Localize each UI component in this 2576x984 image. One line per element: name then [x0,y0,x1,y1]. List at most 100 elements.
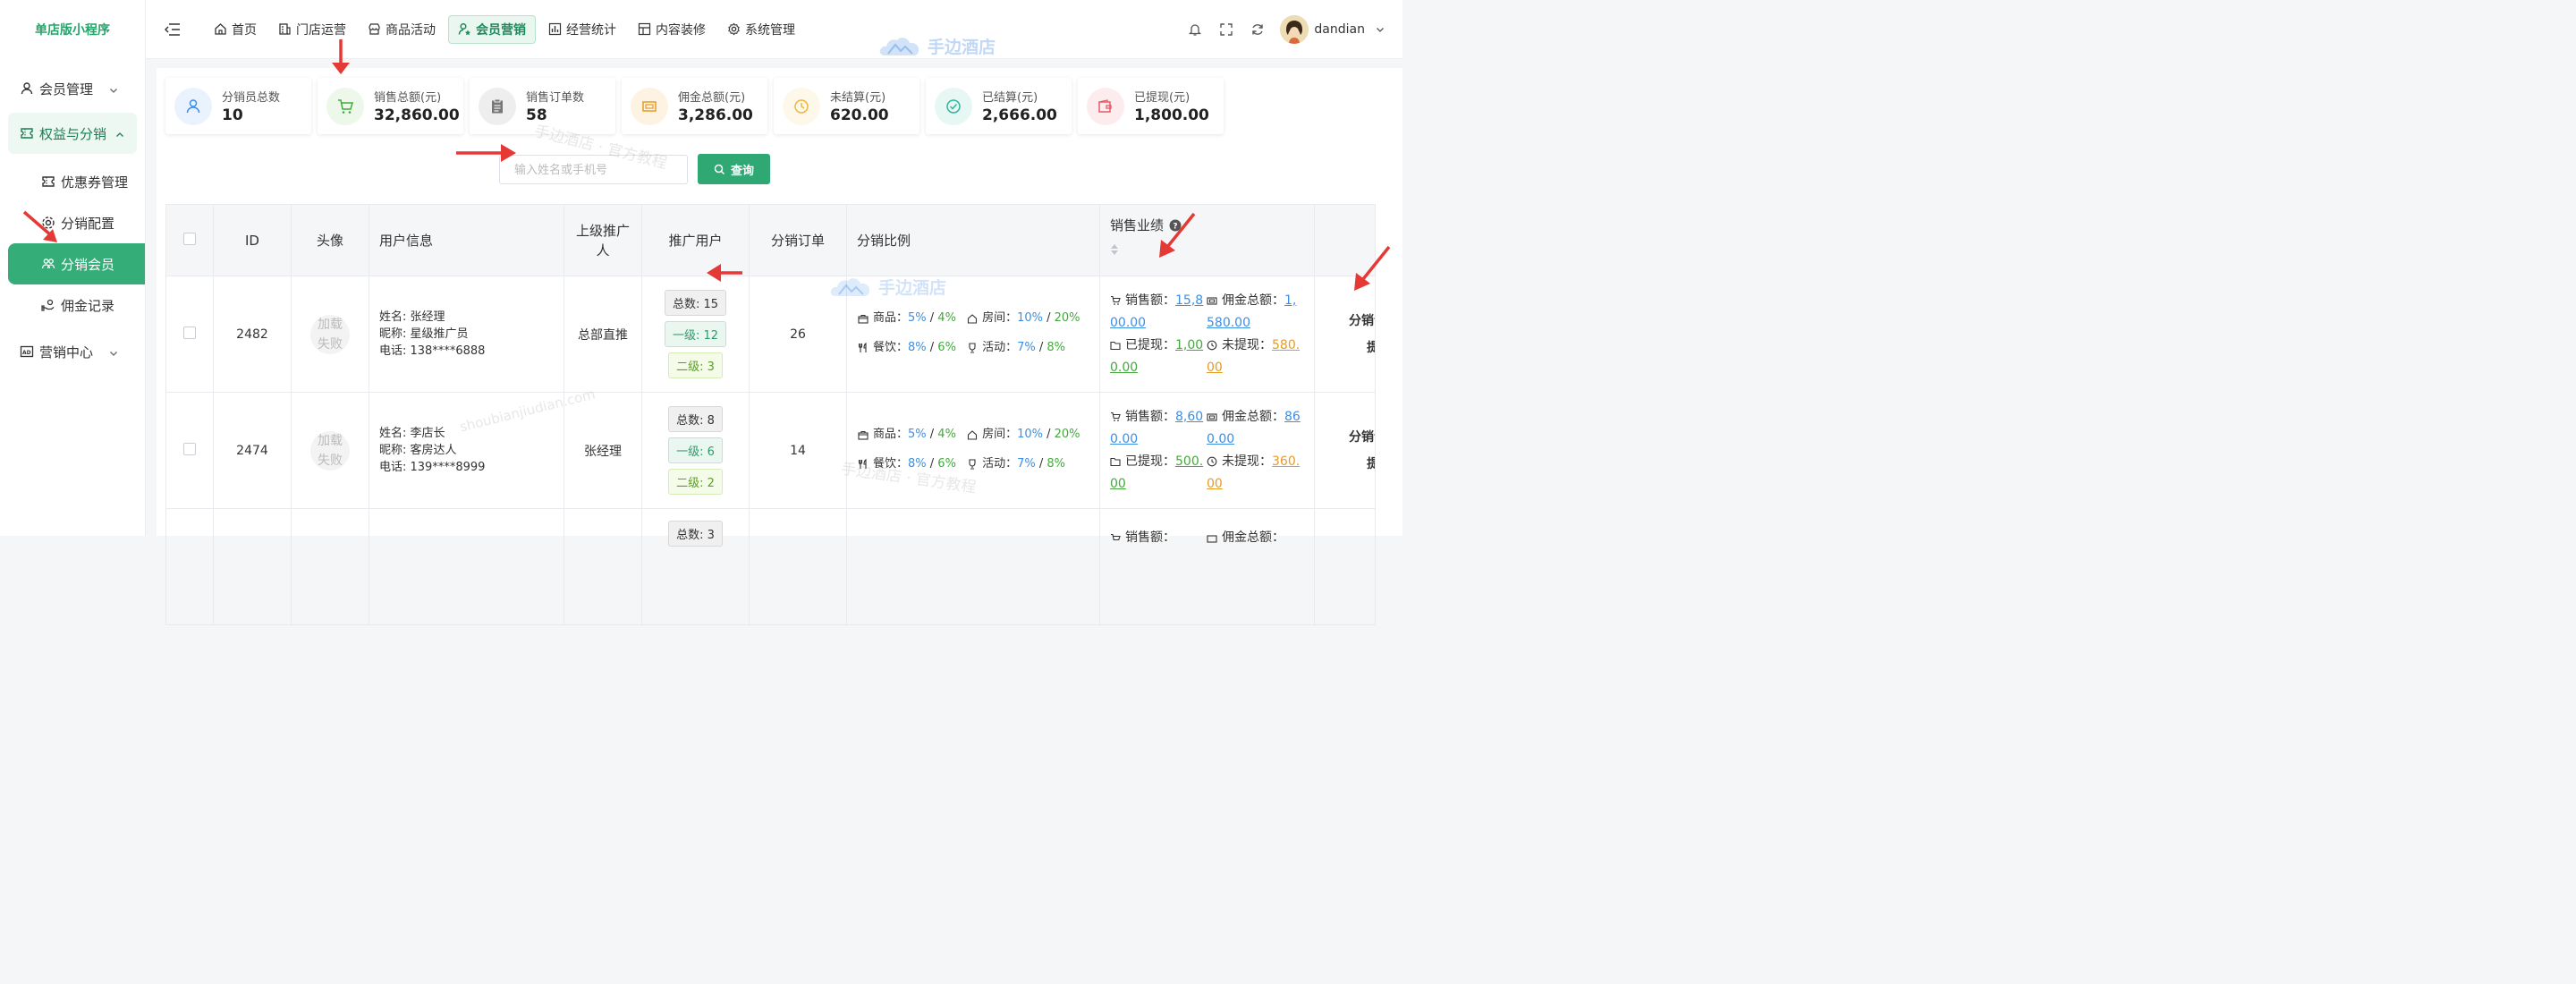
tab-business-statistics[interactable]: 经营统计 [539,15,625,44]
stat-card-distributors: 分销员总数 10 [165,78,311,134]
withdrawn-amount-link[interactable]: 1,00 [1175,335,1203,357]
commission-amount-link-cont[interactable]: 0.00 [1207,428,1234,451]
withdraw-link[interactable]: 提 [1349,451,1375,478]
refresh-icon[interactable] [1250,21,1266,38]
chevron-down-icon[interactable] [1376,25,1385,34]
sidebar-item-label: 营销中心 [39,344,94,361]
ratio-value-2: 4% [937,427,956,441]
sidebar-item-member-management[interactable]: 会员管理 [0,68,145,109]
withdrawn-amount-link[interactable]: 500. [1175,451,1203,473]
ratio-value-2: 20% [1054,310,1080,325]
stat-card-sales-total: 销售总额(元) 32,860.00 [318,78,463,134]
promo-total-badge[interactable]: 总数: 8 [668,406,723,432]
promo-level1-badge[interactable]: 一级: 6 [668,437,723,463]
stat-card-sales-orders: 销售订单数 58 [470,78,615,134]
distribution-orders-link[interactable]: 分销订 [1349,424,1375,451]
tab-home[interactable]: 首页 [205,15,266,44]
commission-label: 佣金总额： [1222,530,1284,545]
pending-amount-link[interactable]: 580. [1272,335,1300,357]
promo-total-badge[interactable]: 总数: 15 [664,290,727,316]
distribution-orders-link[interactable]: 分销订 [1349,308,1375,335]
search-button[interactable]: 查询 [698,154,770,184]
main-content: 分销员总数 10 销售总额(元) 32,860.00 销售订单数 58 佣金总额(元)… [157,68,1402,625]
promo-level1-badge[interactable]: 一级: 12 [664,321,727,347]
withdrawn-amount-link-cont[interactable]: 00 [1110,473,1126,496]
sales-amount-link-cont[interactable]: 00.00 [1110,312,1146,335]
sidebar-item-coupon-management[interactable]: 优惠券管理 [0,161,145,202]
stat-value: 620.00 [830,106,889,124]
fullscreen-icon[interactable] [1218,21,1234,38]
pending-amount-link-cont[interactable]: 00 [1207,357,1223,379]
sidebar-item-commission-records[interactable]: 佣金记录 [0,284,145,326]
promo-total-badge[interactable]: 总数: 3 [668,521,723,547]
row-checkbox[interactable] [183,326,196,339]
bell-icon[interactable] [1187,21,1203,38]
cell-id: 2474 [213,392,292,509]
users-icon [41,257,55,271]
commission-amount-link-cont[interactable]: 580.00 [1207,312,1250,335]
stat-value: 58 [526,106,547,124]
promo-users: 总数: 15 一级: 12 二级: 3 [642,287,749,381]
tab-member-marketing[interactable]: 会员营销 [448,14,536,44]
sales-performance: 销售额： 8,60 0.00 佣金总额： 86 0.00 已提现： 500. 00 未提现：… [1110,406,1314,496]
sidebar-item-distribution-config[interactable]: 分销配置 [0,202,145,243]
sales-amount-link-cont[interactable]: 0.00 [1110,428,1138,451]
cart-icon [1110,533,1121,544]
sidebar-item-marketing-center[interactable]: AD 营销中心 [0,331,145,372]
sidebar-item-label: 权益与分销 [39,125,107,142]
pending-amount-link[interactable]: 360. [1272,451,1300,473]
tab-store-operations[interactable]: 门店运营 [269,15,355,44]
avatar-fail-text: 加载失败 [318,317,343,352]
column-header-id[interactable]: ID [213,204,292,276]
cell-parent: 总部直推 [564,276,642,393]
distribution-ratio: 商品： 5% / 4% 房间： 10% / 20% 餐饮： 8% / 6% 活动： 7%… [847,305,1099,364]
withdrawn-amount-link-cont[interactable]: 0.00 [1110,357,1138,379]
watermark-brand-text: 手边酒店 [878,277,947,298]
column-header-sales[interactable]: 销售业绩 ? [1099,204,1315,276]
tab-content-decoration[interactable]: 内容装修 [629,15,715,44]
sidebar-item-rights-distribution[interactable]: 权益与分销 [8,113,137,154]
chevron-down-icon [109,82,118,93]
ratio-value-2: 8% [1046,456,1065,471]
promo-level2-badge[interactable]: 二级: 3 [668,352,723,378]
stat-value: 2,666.00 [982,106,1057,124]
ratio-value-1: 10% [1017,427,1043,441]
help-icon[interactable]: ? [1169,219,1182,232]
tab-label: 商品活动 [386,22,436,38]
commission-amount-link[interactable]: 1, [1284,290,1296,312]
svg-text:AD: AD [22,350,31,356]
layout-icon [638,22,651,36]
avatar-load-failed: 加载失败 [310,314,350,354]
search-input[interactable] [499,154,688,184]
pending-amount-link-cont[interactable]: 00 [1207,473,1223,496]
ratio-value-1: 7% [1017,340,1036,354]
sales-amount-link[interactable]: 15,8 [1175,290,1203,312]
user-nickname: 昵称: 星级推广员 [379,327,469,341]
sidebar-item-distribution-members[interactable]: 分销会员 [8,243,145,284]
stat-value: 32,860.00 [374,106,460,124]
sidebar-item-label: 佣金记录 [61,297,115,314]
user-info: 姓名: 张经理 昵称: 星级推广员 电话: 138****6888 [379,309,564,360]
username[interactable]: dandian [1314,22,1365,37]
ad-icon: AD [20,344,34,359]
select-all-checkbox[interactable] [183,232,196,245]
cart-icon [1110,411,1121,422]
top-header: 首页 门店运营 商品活动 会员营销 经营统计 内容装修 系统管理 dandian [146,0,1402,59]
money-icon [1207,411,1217,422]
ratio-label: 餐饮： [873,340,909,354]
sales-amount-link[interactable]: 8,60 [1175,406,1203,428]
commission-amount-link[interactable]: 86 [1284,406,1301,428]
sidebar: 单店版小程序 会员管理 权益与分销 优惠券管理 分销配置 分销会员 佣金记录 A… [0,0,146,536]
tab-system-management[interactable]: 系统管理 [718,15,804,44]
distribution-ratio: 商品： 5% / 4% 房间： 10% / 20% 餐饮： 8% / 6% 活动： 7%… [847,421,1099,480]
avatar[interactable] [1280,15,1309,44]
collapse-menu-icon[interactable] [164,21,182,38]
row-checkbox[interactable] [183,442,196,455]
sort-icon[interactable] [1110,243,1119,256]
select-all-cell [165,204,214,276]
promo-level2-badge[interactable]: 二级: 2 [668,469,723,495]
tab-product-activities[interactable]: 商品活动 [359,15,445,44]
withdraw-link[interactable]: 提 [1349,335,1375,361]
column-header-user-info: 用户信息 [369,204,564,276]
clock-icon [783,87,820,125]
